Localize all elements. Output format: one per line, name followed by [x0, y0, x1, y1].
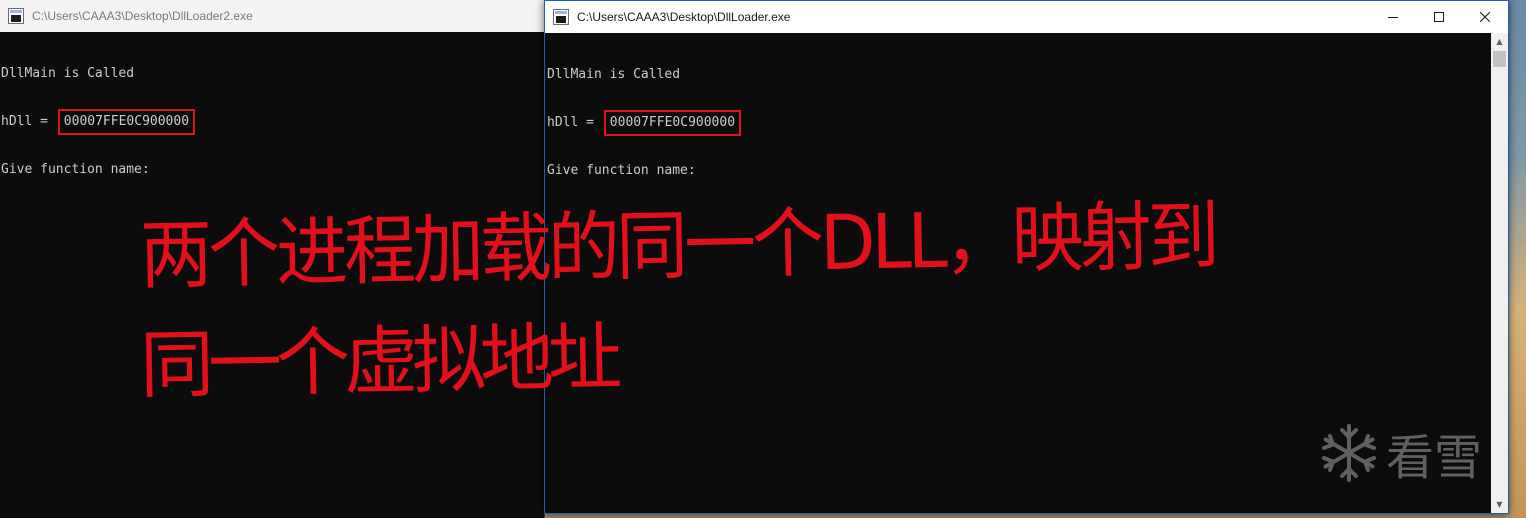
close-button[interactable]: [1462, 1, 1508, 33]
desktop-wallpaper-strip: [1506, 0, 1526, 518]
hdll-address: 00007FFE0C900000: [609, 115, 736, 130]
console-app-icon: [8, 8, 24, 24]
console-line-prompt: Give function name:: [1, 162, 150, 177]
vertical-scrollbar[interactable]: ▲ ▼: [1491, 33, 1508, 513]
console-app-icon: [553, 9, 569, 25]
scroll-up-arrow-icon[interactable]: ▲: [1491, 33, 1508, 50]
scroll-down-arrow-icon[interactable]: ▼: [1491, 496, 1508, 513]
console-line-hdll: hDll = 00007FFE0C900000: [547, 110, 1490, 136]
hdll-address: 00007FFE0C900000: [63, 114, 190, 129]
snowflake-icon: [1322, 424, 1376, 482]
console-line-hdll: hDll = 00007FFE0C900000: [1, 109, 544, 135]
watermark: 看雪: [1318, 418, 1482, 488]
address-highlight-box: 00007FFE0C900000: [57, 109, 196, 135]
console-line-prompt: Give function name:: [547, 163, 696, 178]
maximize-icon: [1434, 12, 1444, 22]
hdll-label: hDll =: [547, 115, 602, 130]
desktop-background: C:\Users\CAAA3\Desktop\DllLoader2.exe Dl…: [0, 0, 1526, 518]
scroll-thumb[interactable]: [1493, 51, 1506, 67]
console-line-dllmain: DllMain is Called: [547, 67, 681, 82]
minimize-button[interactable]: [1370, 1, 1416, 33]
minimize-icon: [1388, 17, 1398, 18]
title-bar[interactable]: C:\Users\CAAA3\Desktop\DllLoader.exe: [545, 1, 1508, 33]
close-icon: [1480, 12, 1490, 22]
console-output[interactable]: DllMain is Called hDll = 00007FFE0C90000…: [0, 32, 544, 518]
window-title: C:\Users\CAAA3\Desktop\DllLoader.exe: [577, 10, 791, 24]
watermark-text: 看雪: [1386, 430, 1483, 486]
title-bar[interactable]: C:\Users\CAAA3\Desktop\DllLoader2.exe: [0, 0, 544, 32]
hdll-label: hDll =: [1, 114, 56, 129]
maximize-button[interactable]: [1416, 1, 1462, 33]
console-window-dllloader2[interactable]: C:\Users\CAAA3\Desktop\DllLoader2.exe Dl…: [0, 0, 545, 518]
window-title: C:\Users\CAAA3\Desktop\DllLoader2.exe: [32, 9, 253, 23]
address-highlight-box: 00007FFE0C900000: [603, 110, 742, 136]
window-controls: [1370, 1, 1508, 33]
console-line-dllmain: DllMain is Called: [1, 66, 135, 81]
